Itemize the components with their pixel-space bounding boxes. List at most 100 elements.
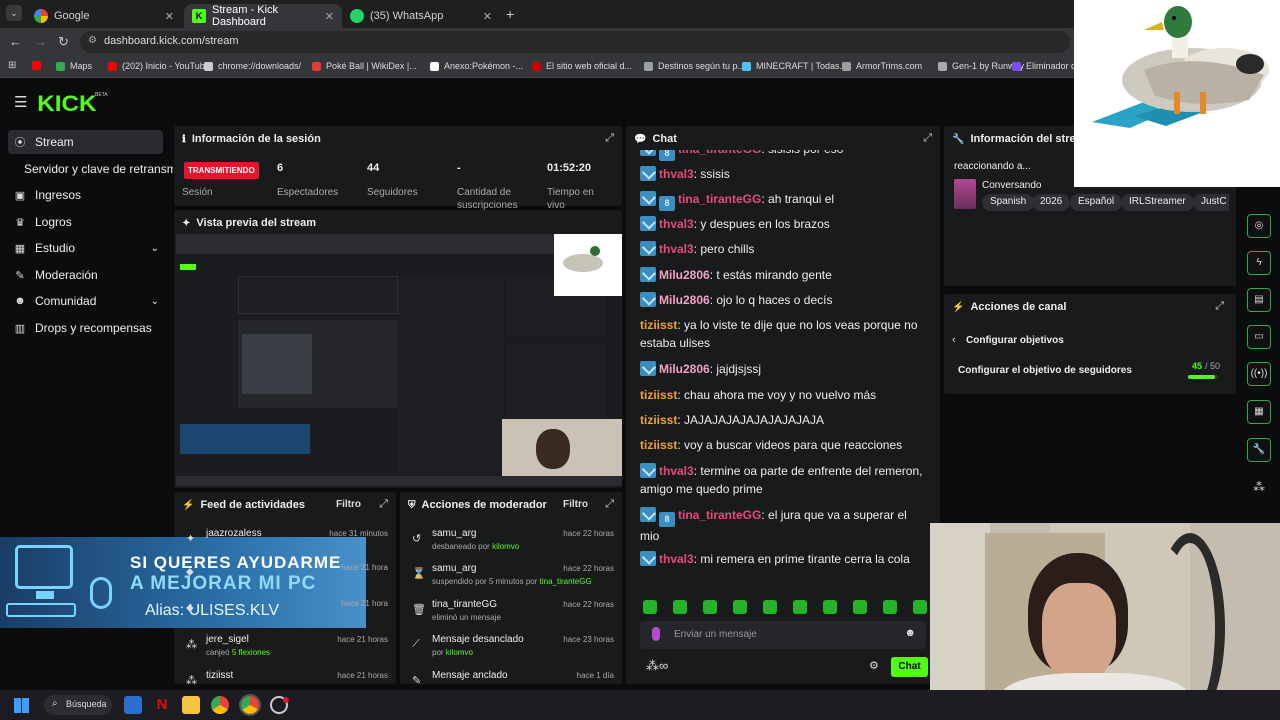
- tab-kick-dashboard[interactable]: K Stream - Kick Dashboard ✕: [184, 4, 342, 28]
- stream-tag[interactable]: Spanish: [982, 194, 1035, 211]
- emoji-icon[interactable]: ☻: [904, 627, 916, 639]
- mod-action-title[interactable]: Mensaje desanclado: [432, 634, 524, 645]
- emote-icon[interactable]: [703, 600, 717, 614]
- site-info-icon[interactable]: ⚙: [88, 35, 97, 46]
- sidebar-item-stream[interactable]: ⦿ Stream: [8, 130, 163, 154]
- forward-icon[interactable]: →: [34, 34, 47, 49]
- taskview-icon[interactable]: [124, 696, 142, 714]
- mod-action-title[interactable]: Mensaje anclado: [432, 670, 508, 681]
- bookmark-item[interactable]: ArmorTrims.com: [842, 61, 922, 71]
- reload-icon[interactable]: ↻: [58, 34, 69, 50]
- bookmark-item[interactable]: chrome://downloads/: [204, 61, 301, 71]
- emote-icon[interactable]: [793, 600, 807, 614]
- chevron-down-icon[interactable]: ⌄: [151, 243, 159, 254]
- sidebar-item-estudio[interactable]: ▦ Estudio ⌄: [8, 236, 163, 260]
- printer-icon[interactable]: ▦: [1247, 400, 1271, 424]
- chat-input[interactable]: Enviar un mensaje ☻: [640, 621, 926, 649]
- chevron-left-icon[interactable]: ‹: [952, 334, 956, 346]
- bookmark-item[interactable]: Maps: [56, 61, 92, 71]
- sidebar-item-servidor[interactable]: Servidor y clave de retransmisión: [8, 157, 173, 181]
- stream-preview-video[interactable]: [176, 234, 622, 486]
- camera-icon[interactable]: ◎: [1247, 214, 1271, 238]
- emote-icon[interactable]: [913, 600, 927, 614]
- sidebar-item-logros[interactable]: ♛ Logros: [8, 210, 163, 234]
- chat-username[interactable]: thval3: [659, 464, 694, 478]
- broadcast-icon[interactable]: ((•)): [1247, 362, 1271, 386]
- feed-username[interactable]: jaazrozaless: [206, 528, 262, 539]
- wrench-button-icon[interactable]: 🔧: [1247, 438, 1271, 462]
- kicks-icon[interactable]: ⁂∞: [646, 658, 668, 674]
- stream-tag[interactable]: JustC: [1193, 194, 1229, 211]
- chat-bubble-icon[interactable]: ▭: [1247, 325, 1271, 349]
- chat-username[interactable]: tiziisst: [640, 438, 677, 452]
- expand-icon[interactable]: ⤢: [605, 132, 614, 145]
- emote-icon[interactable]: [823, 600, 837, 614]
- chat-username[interactable]: tiziisst: [640, 318, 677, 332]
- tab-google[interactable]: Google ✕: [26, 4, 182, 28]
- stream-tag[interactable]: 2026: [1032, 194, 1071, 211]
- new-tab-button[interactable]: +: [506, 6, 514, 22]
- mod-action-title[interactable]: samu_arg: [432, 563, 476, 574]
- feed-username[interactable]: jere_sigel: [206, 634, 249, 645]
- emote-icon[interactable]: [733, 600, 747, 614]
- emote-icon[interactable]: [643, 600, 657, 614]
- chat-username[interactable]: tiziisst: [640, 413, 677, 427]
- back-to-goals-button[interactable]: Configurar objetivos: [966, 335, 1064, 346]
- emote-icon[interactable]: [853, 600, 867, 614]
- sidebar-item-comunidad[interactable]: ☻ Comunidad ⌄: [8, 289, 163, 313]
- mod-action-title[interactable]: tina_tiranteGG: [432, 599, 497, 610]
- tab-search-button[interactable]: ⌄: [6, 5, 22, 21]
- send-chat-button[interactable]: Chat: [891, 657, 928, 677]
- kick-logo[interactable]: KICK: [37, 91, 96, 117]
- chat-username[interactable]: Milu2806: [659, 293, 710, 307]
- microphone-icon[interactable]: [652, 627, 660, 641]
- close-icon[interactable]: ✕: [165, 10, 174, 23]
- emote-icon[interactable]: [763, 600, 777, 614]
- stream-tag[interactable]: IRLStreamer: [1121, 194, 1194, 211]
- expand-icon[interactable]: ⤢: [1215, 300, 1224, 313]
- sidebar-item-drops[interactable]: ▥ Drops y recompensas: [8, 316, 163, 340]
- emote-icon[interactable]: [883, 600, 897, 614]
- bookmark-item[interactable]: El sitio web oficial d...: [532, 61, 632, 71]
- bookmark-item[interactable]: (202) Inicio - YouTube: [108, 61, 210, 71]
- url-field[interactable]: ⚙ dashboard.kick.com/stream: [80, 31, 1070, 53]
- chat-username[interactable]: thval3: [659, 242, 694, 256]
- stream-tag[interactable]: Español: [1070, 194, 1123, 211]
- follower-goal-label[interactable]: Configurar el objetivo de seguidores: [958, 365, 1132, 376]
- bolt-button-icon[interactable]: ϟ: [1247, 251, 1271, 275]
- apps-icon[interactable]: ⊞: [8, 60, 16, 71]
- document-icon[interactable]: ▤: [1247, 288, 1271, 312]
- more-apps-icon[interactable]: ⁂: [1253, 480, 1265, 494]
- taskbar-search[interactable]: ⌕ Búsqueda: [44, 695, 112, 715]
- bookmark-item[interactable]: [32, 61, 46, 70]
- feed-filter-button[interactable]: Filtro: [336, 499, 361, 510]
- back-icon[interactable]: ←: [9, 34, 22, 49]
- chat-username[interactable]: Milu2806: [659, 362, 710, 376]
- settings-icon[interactable]: ⚙: [869, 659, 879, 672]
- sidebar-item-moderación[interactable]: ✎ Moderación: [8, 263, 163, 287]
- bookmark-item[interactable]: Anexo:Pokémon -...: [430, 61, 523, 71]
- chat-username[interactable]: tiziisst: [640, 388, 677, 402]
- netflix-icon[interactable]: N: [153, 696, 171, 714]
- sidebar-item-ingresos[interactable]: ▣ Ingresos: [8, 183, 163, 207]
- menu-icon[interactable]: ☰: [14, 93, 27, 111]
- feed-username[interactable]: tiziisst: [206, 670, 233, 681]
- close-icon[interactable]: ✕: [483, 10, 492, 23]
- chat-username[interactable]: tina_tiranteGG: [678, 508, 761, 522]
- emote-icon[interactable]: [673, 600, 687, 614]
- bookmark-item[interactable]: Destinos según tu p...: [644, 61, 745, 71]
- chat-username[interactable]: tina_tiranteGG: [678, 192, 761, 206]
- expand-icon[interactable]: ⤢: [379, 498, 388, 511]
- chat-username[interactable]: thval3: [659, 552, 694, 566]
- mod-action-title[interactable]: samu_arg: [432, 528, 476, 539]
- tab-whatsapp[interactable]: (35) WhatsApp ✕: [342, 4, 500, 28]
- expand-icon[interactable]: ⤢: [923, 132, 932, 145]
- close-icon[interactable]: ✕: [325, 10, 334, 23]
- chat-username[interactable]: thval3: [659, 167, 694, 181]
- windows-start-icon[interactable]: [14, 698, 29, 713]
- mod-filter-button[interactable]: Filtro: [563, 499, 588, 510]
- bookmark-item[interactable]: MINECRAFT | Todas...: [742, 61, 847, 71]
- chat-username[interactable]: Milu2806: [659, 268, 710, 282]
- expand-icon[interactable]: ⤢: [605, 498, 614, 511]
- bookmark-item[interactable]: Poké Ball | WikiDex |...: [312, 61, 417, 71]
